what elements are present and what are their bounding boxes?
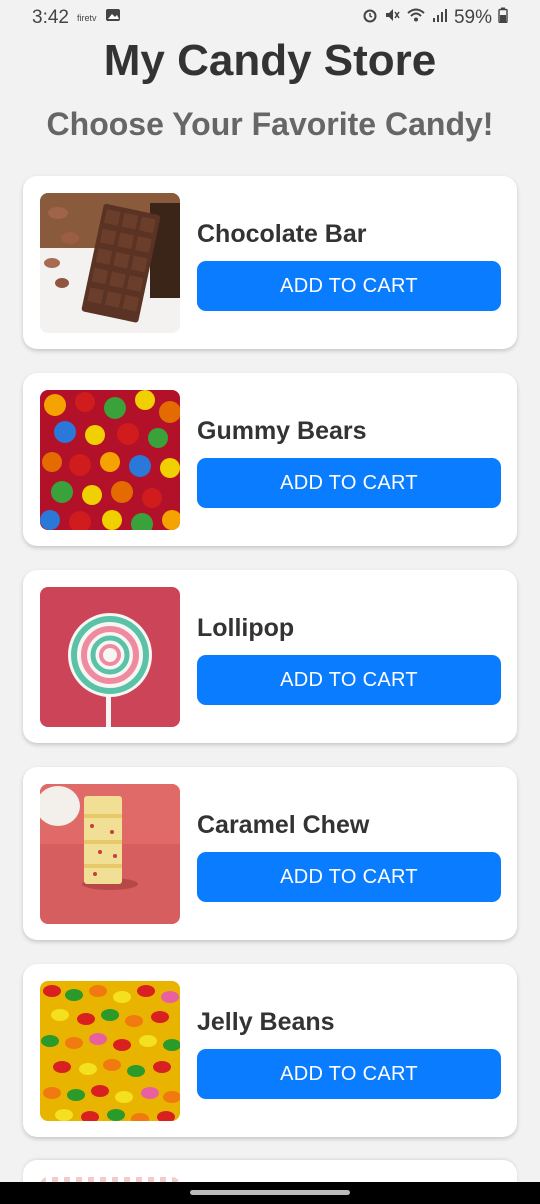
product-name: Caramel Chew (197, 811, 370, 839)
wifi-icon (406, 7, 426, 29)
caramel-chew-image (40, 784, 180, 924)
battery-icon (498, 7, 508, 29)
product-name: Jelly Beans (197, 1008, 335, 1036)
status-right: 59% (362, 7, 508, 29)
gallery-icon (105, 7, 121, 29)
page-title: My Candy Store (103, 36, 437, 85)
add-to-cart-button[interactable]: ADD TO CART (197, 261, 501, 311)
product-card-jelly-beans: Jelly Beans ADD TO CART (23, 964, 517, 1137)
jelly-beans-image (40, 981, 180, 1121)
battery-percent: 59% (453, 7, 492, 28)
page-subtitle: Choose Your Favorite Candy! (46, 106, 494, 142)
product-list: Chocolate Bar ADD TO CART Gummy Bears AD… (23, 176, 517, 1161)
mute-icon (384, 7, 400, 29)
signal-icon (432, 7, 448, 29)
firetv-notification: firetv (76, 13, 97, 23)
product-card-lollipop: Lollipop ADD TO CART (23, 570, 517, 743)
home-gesture-handle[interactable] (190, 1190, 350, 1195)
status-bar: 3:42 firetv 59% (0, 0, 540, 36)
product-card-gummy-bears: Gummy Bears ADD TO CART (23, 373, 517, 546)
status-left: 3:42 firetv (32, 7, 121, 29)
chocolate-bar-image (40, 193, 180, 333)
add-to-cart-button[interactable]: ADD TO CART (197, 852, 501, 902)
gummy-bears-image (40, 390, 180, 530)
product-name: Chocolate Bar (197, 220, 367, 248)
product-name: Gummy Bears (197, 417, 367, 445)
add-to-cart-button[interactable]: ADD TO CART (197, 1049, 501, 1099)
product-name: Lollipop (197, 614, 295, 642)
lollipop-image (40, 587, 180, 727)
clock: 3:42 (32, 7, 69, 28)
alarm-icon (362, 7, 378, 29)
product-card-chocolate-bar: Chocolate Bar ADD TO CART (23, 176, 517, 349)
product-card-caramel-chew: Caramel Chew ADD TO CART (23, 767, 517, 940)
add-to-cart-button[interactable]: ADD TO CART (197, 655, 501, 705)
add-to-cart-button[interactable]: ADD TO CART (197, 458, 501, 508)
